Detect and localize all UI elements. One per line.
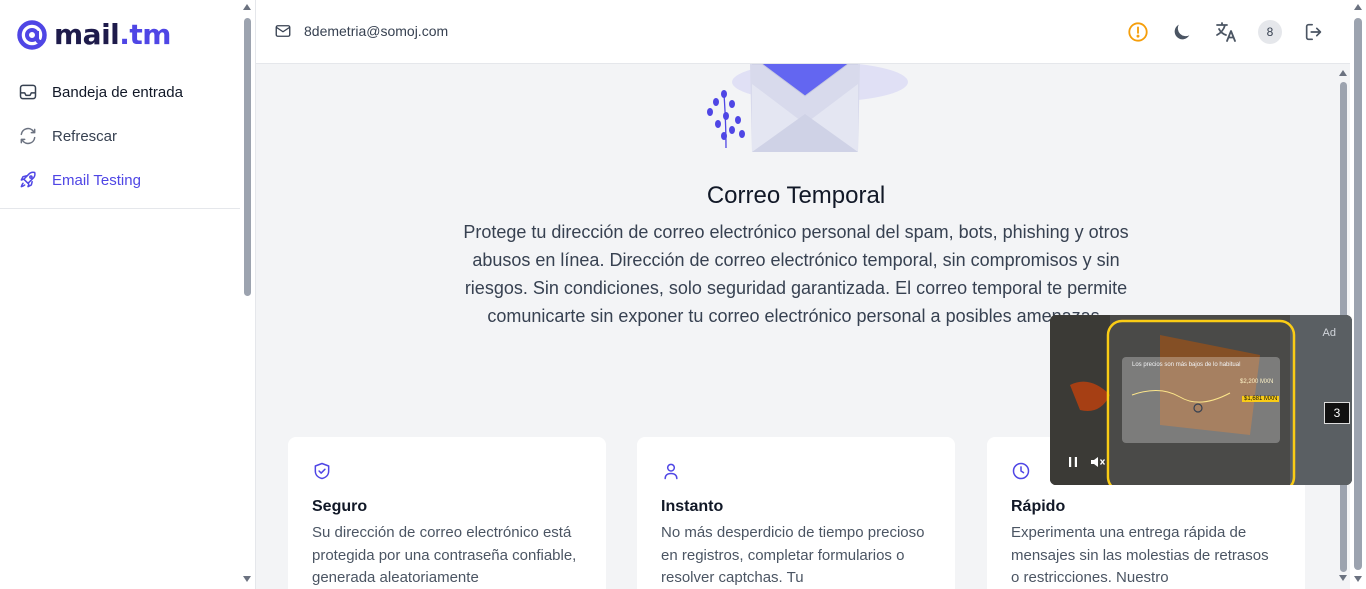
envelope-illustration [707, 64, 908, 152]
feature-text: Su dirección de correo electrónico está … [312, 524, 577, 586]
ad-label: Ad [1322, 327, 1336, 339]
page-description: Protege tu dirección de correo electróni… [463, 222, 1129, 326]
mail-icon [275, 25, 291, 37]
badge-count: 8 [1258, 20, 1282, 44]
feature-text: Experimenta una entrega rápida de mensaj… [1011, 524, 1269, 586]
logo-suffix: .tm [119, 18, 171, 51]
warning-button[interactable] [1126, 20, 1150, 44]
page-title: Correo Temporal [706, 182, 886, 209]
user-icon [664, 463, 678, 480]
top-actions: 8 [1106, 18, 1326, 46]
sidebar: mail.tm Bandeja de entrada Refrescar Ema… [0, 0, 256, 589]
language-button[interactable] [1214, 20, 1238, 44]
logo-prefix: mail [54, 18, 120, 51]
ad-headline: Los precios son más bajos de lo habitual [1132, 362, 1241, 368]
clock-icon [1012, 462, 1030, 480]
shield-check-icon [314, 462, 330, 480]
scrollbar-thumb[interactable] [244, 18, 251, 296]
sidebar-item-label: Refrescar [52, 127, 118, 145]
at-sign-logo-icon [17, 20, 47, 50]
scroll-up-arrow-icon[interactable] [243, 4, 251, 10]
sidebar-divider [0, 208, 240, 209]
video-ad[interactable]: Los precios son más bajos de lo habitual… [1050, 315, 1352, 485]
sidebar-item-inbox[interactable]: Bandeja de entrada [0, 70, 240, 114]
logo-text: mail.tm [54, 21, 171, 49]
mute-icon[interactable] [1090, 455, 1106, 469]
scrollbar-thumb[interactable] [1354, 18, 1362, 570]
scroll-up-arrow-icon[interactable] [1354, 4, 1362, 10]
ad-counter[interactable]: 3 [1324, 402, 1350, 424]
sidebar-scrollbar[interactable] [240, 0, 255, 589]
current-email[interactable]: 8demetria@somoj.com [274, 22, 448, 40]
scroll-down-arrow-icon[interactable] [1354, 576, 1362, 582]
message-count-badge[interactable]: 8 [1258, 20, 1282, 44]
scroll-down-arrow-icon[interactable] [1339, 575, 1347, 581]
email-address: 8demetria@somoj.com [304, 23, 449, 39]
scroll-down-arrow-icon[interactable] [243, 576, 251, 582]
inbox-icon [19, 84, 37, 100]
warning-icon [1128, 22, 1148, 42]
translate-icon [1216, 22, 1236, 42]
ad-price-1: $2,200 MXN [1240, 379, 1274, 385]
logout-icon [1305, 23, 1322, 41]
logout-button[interactable] [1302, 20, 1326, 44]
feature-title: Instanto [661, 498, 724, 515]
ad-price-2: $1,681 MXN [1242, 396, 1280, 402]
sidebar-nav: Bandeja de entrada Refrescar Email Testi… [0, 70, 240, 202]
moon-icon [1174, 24, 1190, 40]
sidebar-item-email-testing[interactable]: Email Testing [0, 158, 240, 202]
feature-title: Rápido [1011, 498, 1066, 515]
refresh-icon [20, 127, 36, 145]
logo[interactable]: mail.tm [16, 18, 171, 52]
topbar: 8demetria@somoj.com 8 [256, 0, 1350, 64]
sidebar-item-refresh[interactable]: Refrescar [0, 114, 240, 158]
feature-card-instant: Instanto No más desperdicio de tiempo pr… [637, 437, 955, 589]
theme-toggle-button[interactable] [1170, 20, 1194, 44]
feature-text: No más desperdicio de tiempo precioso en… [661, 524, 925, 586]
pause-icon[interactable] [1066, 455, 1080, 469]
sidebar-item-label: Bandeja de entrada [52, 83, 183, 101]
feature-card-secure: Seguro Su dirección de correo electrónic… [288, 437, 606, 589]
page-scrollbar[interactable] [1350, 0, 1366, 589]
sidebar-item-label: Email Testing [52, 171, 141, 189]
feature-title: Seguro [312, 498, 368, 515]
rocket-icon [20, 171, 36, 188]
scroll-up-arrow-icon[interactable] [1339, 70, 1347, 76]
